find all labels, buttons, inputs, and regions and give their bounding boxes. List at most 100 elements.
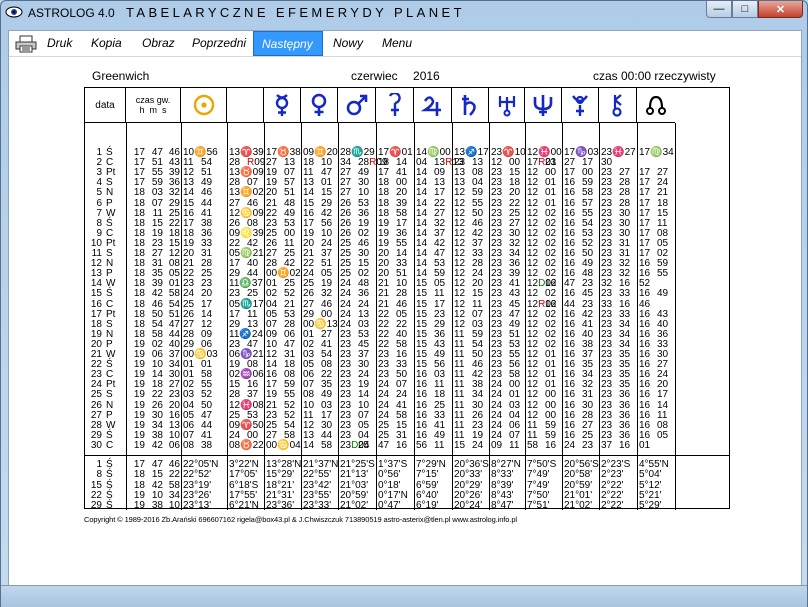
chiron-icon <box>611 94 622 117</box>
month-year-label: czerwiec 2016 <box>351 69 440 83</box>
status-bar <box>1 585 807 607</box>
moon-icon <box>238 96 248 114</box>
table-row: 30 C 19 42 06 08 38 08♉22 00♋04 14 58 23D04 25 47 16 56… <box>85 440 729 451</box>
cell-value: 6°21'N <box>229 500 259 512</box>
ceres-icon <box>388 93 401 116</box>
cell-value: 11 <box>434 439 445 451</box>
cell-value: 23°36' <box>266 500 295 512</box>
cell-value: 6°19' <box>416 500 439 512</box>
cell-value: 09 <box>491 439 503 451</box>
saturn-icon <box>462 95 476 116</box>
cell-value: 10 <box>168 500 180 512</box>
cell-value: 24 <box>564 439 576 451</box>
cell-value: 14 <box>303 439 315 451</box>
col-header-chiron <box>599 88 637 123</box>
sun-icon <box>193 94 214 116</box>
menu-item-obraz[interactable]: Obraz <box>140 31 176 56</box>
minimize-button[interactable]: — <box>706 1 732 18</box>
col-header-sun <box>181 88 227 123</box>
cell-value: Ś <box>106 500 113 512</box>
cell-value: 25 <box>358 439 370 451</box>
uranus-icon <box>498 96 515 117</box>
cell-value: 58 <box>527 439 539 451</box>
cell-value: 23 <box>582 439 594 451</box>
menu-item-nastepny[interactable]: Następny <box>253 31 323 56</box>
ephemeris-table: data czas gw. h m s 1 Ś 17 47 46 10♊56 13♈39 17♉… <box>84 87 730 511</box>
col-header-node <box>637 88 675 123</box>
col-header-date-label: data <box>95 99 115 111</box>
cell-value: 08♉22 <box>229 439 264 451</box>
cell-value: 21°02' <box>340 500 369 512</box>
cell-value: 23°33' <box>303 500 332 512</box>
cell-value: 5°29' <box>639 500 662 512</box>
pluto-icon <box>572 95 588 116</box>
client-area: Druk Kopia Obraz Poprzedni Następny Nowy… <box>8 30 802 602</box>
menu-item-poprzedni[interactable]: Poprzedni <box>190 31 250 56</box>
cell-value: 56 <box>416 439 428 451</box>
cell-value: 19 <box>133 500 145 512</box>
col-header-date: data <box>85 88 126 123</box>
col-header-uranus <box>489 88 525 123</box>
cell-value: 08 <box>183 439 195 451</box>
cell-value: 47 <box>378 439 390 451</box>
col-header-venus <box>301 88 338 123</box>
window-subtitle: TABELARYCZNE EFEMERYDY PLANET <box>126 5 465 20</box>
venus-icon <box>311 93 327 116</box>
app-window: ASTROLOG 4.0 TABELARYCZNE EFEMERYDY PLAN… <box>0 0 808 607</box>
cell-value: 8°47' <box>491 500 514 512</box>
cell-value: 15 <box>454 439 466 451</box>
col-header-mercury <box>264 88 301 123</box>
cell-value: 01 <box>639 439 651 451</box>
title-bar[interactable]: ASTROLOG 4.0 TABELARYCZNE EFEMERYDY PLAN… <box>1 1 807 27</box>
mercury-icon <box>275 94 289 116</box>
menu-item-druk[interactable]: Druk <box>45 31 79 56</box>
col-header-time-line1: czas gw. <box>135 95 171 105</box>
cell-value: 21°02' <box>564 500 593 512</box>
cell-value: 42 <box>151 439 163 451</box>
col-header-pluto <box>562 88 599 123</box>
cell-value: 16 <box>396 439 408 451</box>
col-header-time-line2: h m s <box>139 105 167 115</box>
col-header-mars <box>338 88 376 123</box>
minimize-icon: — <box>713 3 725 15</box>
printer-icon[interactable] <box>15 35 37 53</box>
col-header-neptune <box>525 88 562 123</box>
cell-value: 37 <box>601 439 613 451</box>
cell-value: 20°24' <box>454 500 483 512</box>
cell-value: C <box>106 439 114 451</box>
location-label: Greenwich <box>92 69 150 83</box>
node-icon <box>646 95 666 115</box>
cell-value: 24 <box>472 439 484 451</box>
cell-value: 2°22' <box>601 500 624 512</box>
cell-value: 11 <box>509 439 520 451</box>
maximize-button[interactable]: □ <box>732 1 758 18</box>
declination-row: 29 Ś 19 38 10 23°13' 6°21'N 23°36' 23°33' 21°02' 0… <box>85 500 729 511</box>
cell-value: 58 <box>321 439 333 451</box>
col-header-time: czas gw. h m s <box>126 88 181 123</box>
close-icon: ✕ <box>775 3 786 16</box>
cell-value: 16 <box>545 439 557 451</box>
mars-icon <box>346 94 367 116</box>
maximize-icon: □ <box>741 3 749 15</box>
cell-value: 00♋04 <box>266 439 301 451</box>
menu-item-nowy[interactable]: Nowy <box>331 31 367 56</box>
eye-logo-icon <box>5 6 23 18</box>
copyright-text: Copyright © 1989-2016 Zb.Arański 6966071… <box>84 515 517 524</box>
cell-value: 7°51' <box>527 500 550 512</box>
close-button[interactable]: ✕ <box>758 1 803 18</box>
menu-bar: Druk Kopia Obraz Poprzedni Następny Nowy… <box>9 31 801 57</box>
cell-value: 19 <box>133 439 145 451</box>
menu-item-menu[interactable]: Menu <box>380 31 416 56</box>
col-header-ceres <box>376 88 414 123</box>
jupiter-icon <box>420 96 441 116</box>
year-label: 2016 <box>413 69 440 83</box>
col-header-moon <box>227 88 264 123</box>
cell-value: 29 <box>90 500 102 512</box>
month-label: czerwiec <box>351 69 398 83</box>
col-header-saturn <box>452 88 489 123</box>
cell-value: 06 <box>168 439 180 451</box>
menu-item-kopia[interactable]: Kopia <box>89 31 125 56</box>
neptune-icon <box>533 95 553 116</box>
cell-value: 16 <box>619 439 631 451</box>
cell-value: 38 <box>201 439 213 451</box>
